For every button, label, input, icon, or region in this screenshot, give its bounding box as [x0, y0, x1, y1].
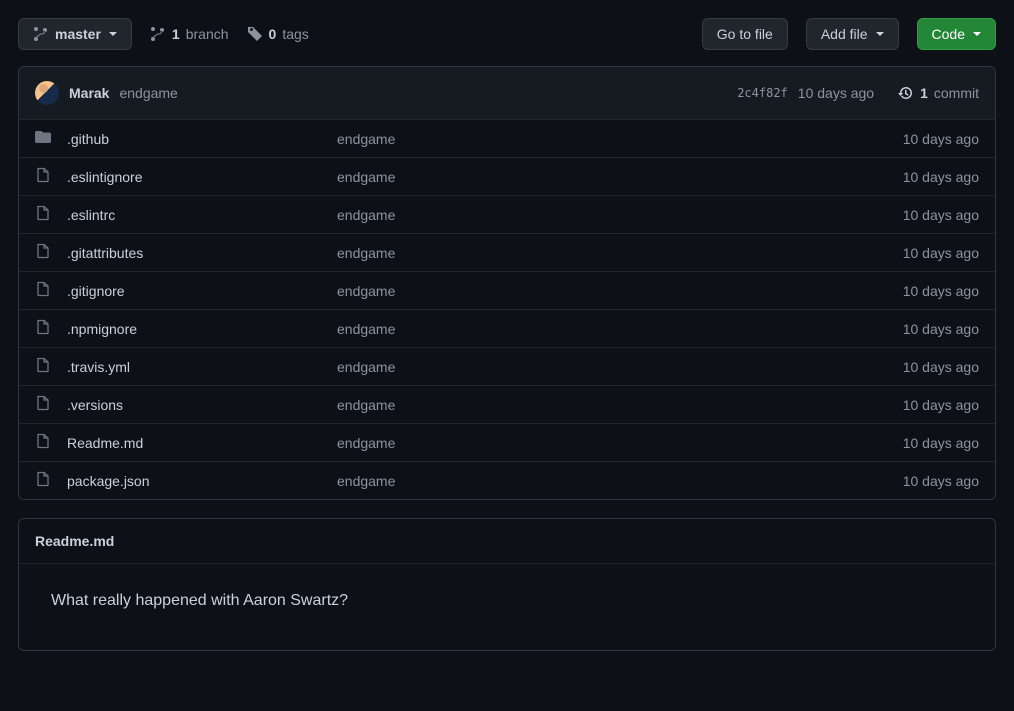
file-name[interactable]: .gitattributes	[67, 245, 337, 261]
avatar[interactable]	[35, 81, 59, 105]
tag-count: 0	[269, 26, 277, 42]
file-time: 10 days ago	[903, 397, 979, 413]
file-icon	[35, 433, 51, 452]
file-icon	[35, 395, 51, 414]
readme-heading: What really happened with Aaron Swartz?	[51, 592, 963, 610]
readme-box: Readme.md What really happened with Aaro…	[18, 518, 996, 651]
file-commit-message[interactable]: endgame	[337, 473, 903, 489]
branch-count: 1	[172, 26, 180, 42]
file-name[interactable]: .npmignore	[67, 321, 337, 337]
caret-down-icon	[876, 32, 884, 36]
commit-count-label: commit	[934, 85, 979, 101]
commit-author[interactable]: Marak	[69, 85, 109, 101]
file-name[interactable]: .gitignore	[67, 283, 337, 299]
commit-time: 10 days ago	[798, 85, 874, 101]
goto-file-label: Go to file	[717, 26, 773, 42]
file-icon	[35, 357, 51, 376]
file-time: 10 days ago	[903, 359, 979, 375]
file-name[interactable]: .eslintrc	[67, 207, 337, 223]
file-row: .eslintignoreendgame10 days ago	[19, 157, 995, 195]
file-time: 10 days ago	[903, 131, 979, 147]
commit-count: 1	[920, 85, 928, 101]
file-time: 10 days ago	[903, 245, 979, 261]
goto-file-button[interactable]: Go to file	[702, 18, 788, 50]
file-icon	[35, 243, 51, 262]
file-name[interactable]: .eslintignore	[67, 169, 337, 185]
branch-select-button[interactable]: master	[18, 18, 132, 50]
file-icon	[35, 471, 51, 490]
file-commit-message[interactable]: endgame	[337, 169, 903, 185]
code-button[interactable]: Code	[917, 18, 996, 50]
file-time: 10 days ago	[903, 321, 979, 337]
file-commit-message[interactable]: endgame	[337, 131, 903, 147]
caret-down-icon	[973, 32, 981, 36]
git-branch-icon	[150, 26, 166, 42]
history-icon	[898, 85, 914, 101]
file-time: 10 days ago	[903, 473, 979, 489]
commit-sha[interactable]: 2c4f82f	[737, 86, 788, 100]
file-row: .npmignoreendgame10 days ago	[19, 309, 995, 347]
file-name[interactable]: Readme.md	[67, 435, 337, 451]
commits-link[interactable]: 1 commit	[898, 85, 979, 101]
file-commit-message[interactable]: endgame	[337, 283, 903, 299]
latest-commit-bar: Marak endgame 2c4f82f 10 days ago 1 comm…	[19, 67, 995, 120]
branches-link[interactable]: 1 branch	[150, 26, 229, 42]
file-row: .eslintrcendgame10 days ago	[19, 195, 995, 233]
add-file-label: Add file	[821, 26, 868, 42]
file-time: 10 days ago	[903, 435, 979, 451]
file-time: 10 days ago	[903, 283, 979, 299]
code-label: Code	[932, 26, 965, 42]
file-commit-message[interactable]: endgame	[337, 207, 903, 223]
file-row: Readme.mdendgame10 days ago	[19, 423, 995, 461]
file-icon	[35, 319, 51, 338]
file-name[interactable]: package.json	[67, 473, 337, 489]
folder-icon	[35, 129, 51, 148]
readme-filename[interactable]: Readme.md	[19, 519, 995, 564]
caret-down-icon	[109, 32, 117, 36]
file-icon	[35, 167, 51, 186]
tag-count-label: tags	[282, 26, 308, 42]
file-row: .travis.ymlendgame10 days ago	[19, 347, 995, 385]
file-listing-box: Marak endgame 2c4f82f 10 days ago 1 comm…	[18, 66, 996, 500]
file-icon	[35, 281, 51, 300]
file-name[interactable]: .github	[67, 131, 337, 147]
tag-icon	[247, 26, 263, 42]
repo-toolbar: master 1 branch 0 tags Go to file Add fi…	[18, 18, 996, 50]
file-name[interactable]: .versions	[67, 397, 337, 413]
file-row: .gitattributesendgame10 days ago	[19, 233, 995, 271]
file-icon	[35, 205, 51, 224]
add-file-button[interactable]: Add file	[806, 18, 899, 50]
file-commit-message[interactable]: endgame	[337, 359, 903, 375]
file-row: .gitignoreendgame10 days ago	[19, 271, 995, 309]
file-row: .githubendgame10 days ago	[19, 120, 995, 157]
file-commit-message[interactable]: endgame	[337, 245, 903, 261]
file-row: package.jsonendgame10 days ago	[19, 461, 995, 499]
branch-name: master	[55, 26, 101, 42]
file-row: .versionsendgame10 days ago	[19, 385, 995, 423]
file-commit-message[interactable]: endgame	[337, 321, 903, 337]
branch-count-label: branch	[186, 26, 229, 42]
git-branch-icon	[33, 26, 49, 42]
file-name[interactable]: .travis.yml	[67, 359, 337, 375]
commit-message[interactable]: endgame	[119, 85, 177, 101]
file-commit-message[interactable]: endgame	[337, 435, 903, 451]
tags-link[interactable]: 0 tags	[247, 26, 309, 42]
file-time: 10 days ago	[903, 207, 979, 223]
file-commit-message[interactable]: endgame	[337, 397, 903, 413]
file-time: 10 days ago	[903, 169, 979, 185]
